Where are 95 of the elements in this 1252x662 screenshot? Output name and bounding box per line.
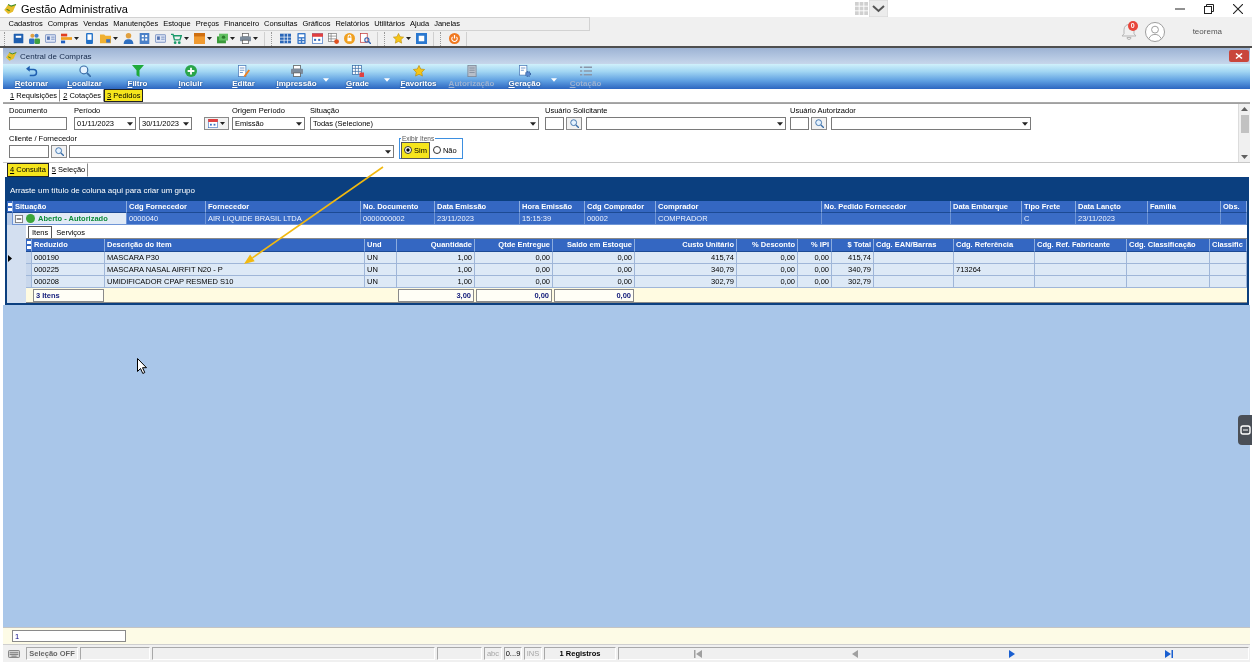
restore-icon[interactable] <box>1203 3 1214 14</box>
user-code-field[interactable] <box>545 117 564 130</box>
search-icon <box>569 119 579 128</box>
minimize-icon[interactable] <box>1174 7 1185 10</box>
column-chooser-icon[interactable] <box>7 202 12 211</box>
search-icon <box>78 65 91 77</box>
caret-icon <box>296 121 302 126</box>
toolbar-button[interactable]: Filtro <box>111 64 164 89</box>
close-icon[interactable] <box>1232 3 1243 14</box>
vertical-scrollbar[interactable] <box>1238 104 1250 162</box>
banknotes-icon[interactable] <box>216 33 228 44</box>
search-icon <box>54 147 64 156</box>
column-chooser-icon[interactable] <box>26 241 31 249</box>
status-panel <box>437 647 482 660</box>
toolbar-button[interactable]: Grade <box>331 64 384 89</box>
printer-icon <box>290 65 303 77</box>
document-field[interactable] <box>9 117 67 130</box>
printer-icon[interactable] <box>239 33 251 44</box>
bar-chart-icon[interactable] <box>60 33 72 44</box>
caret-icon <box>385 149 391 154</box>
book-icon[interactable] <box>12 33 24 44</box>
toolbar-button[interactable]: Impressão <box>270 64 323 89</box>
caret-icon[interactable] <box>74 37 79 40</box>
caret-icon[interactable] <box>113 37 118 40</box>
mouse-cursor-icon <box>137 358 147 374</box>
supplier-dropdown[interactable] <box>69 145 394 158</box>
logo-icon <box>4 3 17 14</box>
document-icon <box>465 65 478 77</box>
search-button[interactable] <box>51 145 67 158</box>
status-panel <box>80 647 150 660</box>
caret-icon <box>220 122 225 125</box>
pencil-document-icon <box>237 65 250 77</box>
user-name[interactable]: teorema <box>1192 27 1222 36</box>
spreadsheet-icon[interactable] <box>279 33 291 44</box>
document-search-icon[interactable] <box>359 33 371 44</box>
bell-icon[interactable] <box>1120 23 1137 40</box>
calendar-icon[interactable] <box>311 33 323 44</box>
scrollbar-thumb[interactable] <box>1240 115 1249 133</box>
calendar-icon <box>208 119 218 128</box>
caret-icon[interactable] <box>253 37 258 40</box>
user-dropdown[interactable] <box>586 117 786 130</box>
calendar-button[interactable] <box>204 117 229 130</box>
list-icon <box>579 65 592 77</box>
table-icon[interactable] <box>327 33 339 44</box>
grid-icon <box>351 65 364 77</box>
id-card-icon[interactable] <box>154 33 166 44</box>
dots-grid-icon[interactable] <box>855 2 868 15</box>
collapse-icon[interactable] <box>15 214 23 223</box>
caret-icon[interactable] <box>207 37 212 40</box>
toolbar-button[interactable]: Retornar <box>5 64 58 89</box>
power-icon[interactable] <box>448 33 460 44</box>
toolbar-button[interactable]: Localizar <box>58 64 111 89</box>
caret-icon <box>127 121 133 126</box>
window-icon[interactable] <box>415 33 427 44</box>
building-icon[interactable] <box>138 33 150 44</box>
caret-icon[interactable] <box>230 37 235 40</box>
last-record-icon[interactable] <box>1165 649 1174 658</box>
user-code-field[interactable] <box>790 117 809 130</box>
people-icon[interactable] <box>28 33 40 44</box>
caret-icon <box>183 121 189 126</box>
person-icon[interactable] <box>122 33 134 44</box>
phone-icon[interactable] <box>83 33 95 44</box>
caret-icon[interactable] <box>406 37 411 40</box>
star-icon <box>412 65 425 77</box>
toolbar-button[interactable]: Favoritos <box>392 64 445 89</box>
code-field[interactable] <box>9 145 49 158</box>
undo-arrow-icon <box>25 65 38 77</box>
gear-document-icon <box>518 65 531 77</box>
caret-icon <box>530 121 536 126</box>
folder-icon[interactable] <box>99 33 111 44</box>
side-tab-icon[interactable] <box>1238 415 1252 445</box>
id-card-icon[interactable] <box>44 33 56 44</box>
toolbar-button[interactable]: Geração <box>498 64 551 89</box>
search-icon <box>814 119 824 128</box>
next-record-icon[interactable] <box>1009 649 1016 658</box>
plus-circle-icon <box>184 65 197 77</box>
caret-icon <box>777 121 783 126</box>
chevron-down-icon[interactable] <box>869 0 888 17</box>
group-hint: Arraste um título de coluna aqui para criar um grupo <box>10 185 195 195</box>
search-button[interactable] <box>811 117 827 130</box>
keyboard-icon[interactable] <box>8 649 20 658</box>
caret-icon <box>1022 121 1028 126</box>
caret-icon[interactable] <box>184 37 189 40</box>
calculator-icon[interactable] <box>295 33 307 44</box>
user-avatar-icon[interactable] <box>1144 21 1165 42</box>
document-title: Central de Compras <box>20 51 92 61</box>
logo-icon <box>6 51 17 61</box>
user-dropdown[interactable] <box>831 117 1031 130</box>
search-button[interactable] <box>566 117 582 130</box>
window-title: Gestão Administrativa <box>21 2 128 15</box>
scroll-down-icon[interactable] <box>1241 155 1248 159</box>
toolbar-button[interactable]: Incluir <box>164 64 217 89</box>
toolbar-button[interactable]: Editar <box>217 64 270 89</box>
star-icon[interactable] <box>392 33 404 44</box>
scroll-up-icon[interactable] <box>1241 107 1248 111</box>
